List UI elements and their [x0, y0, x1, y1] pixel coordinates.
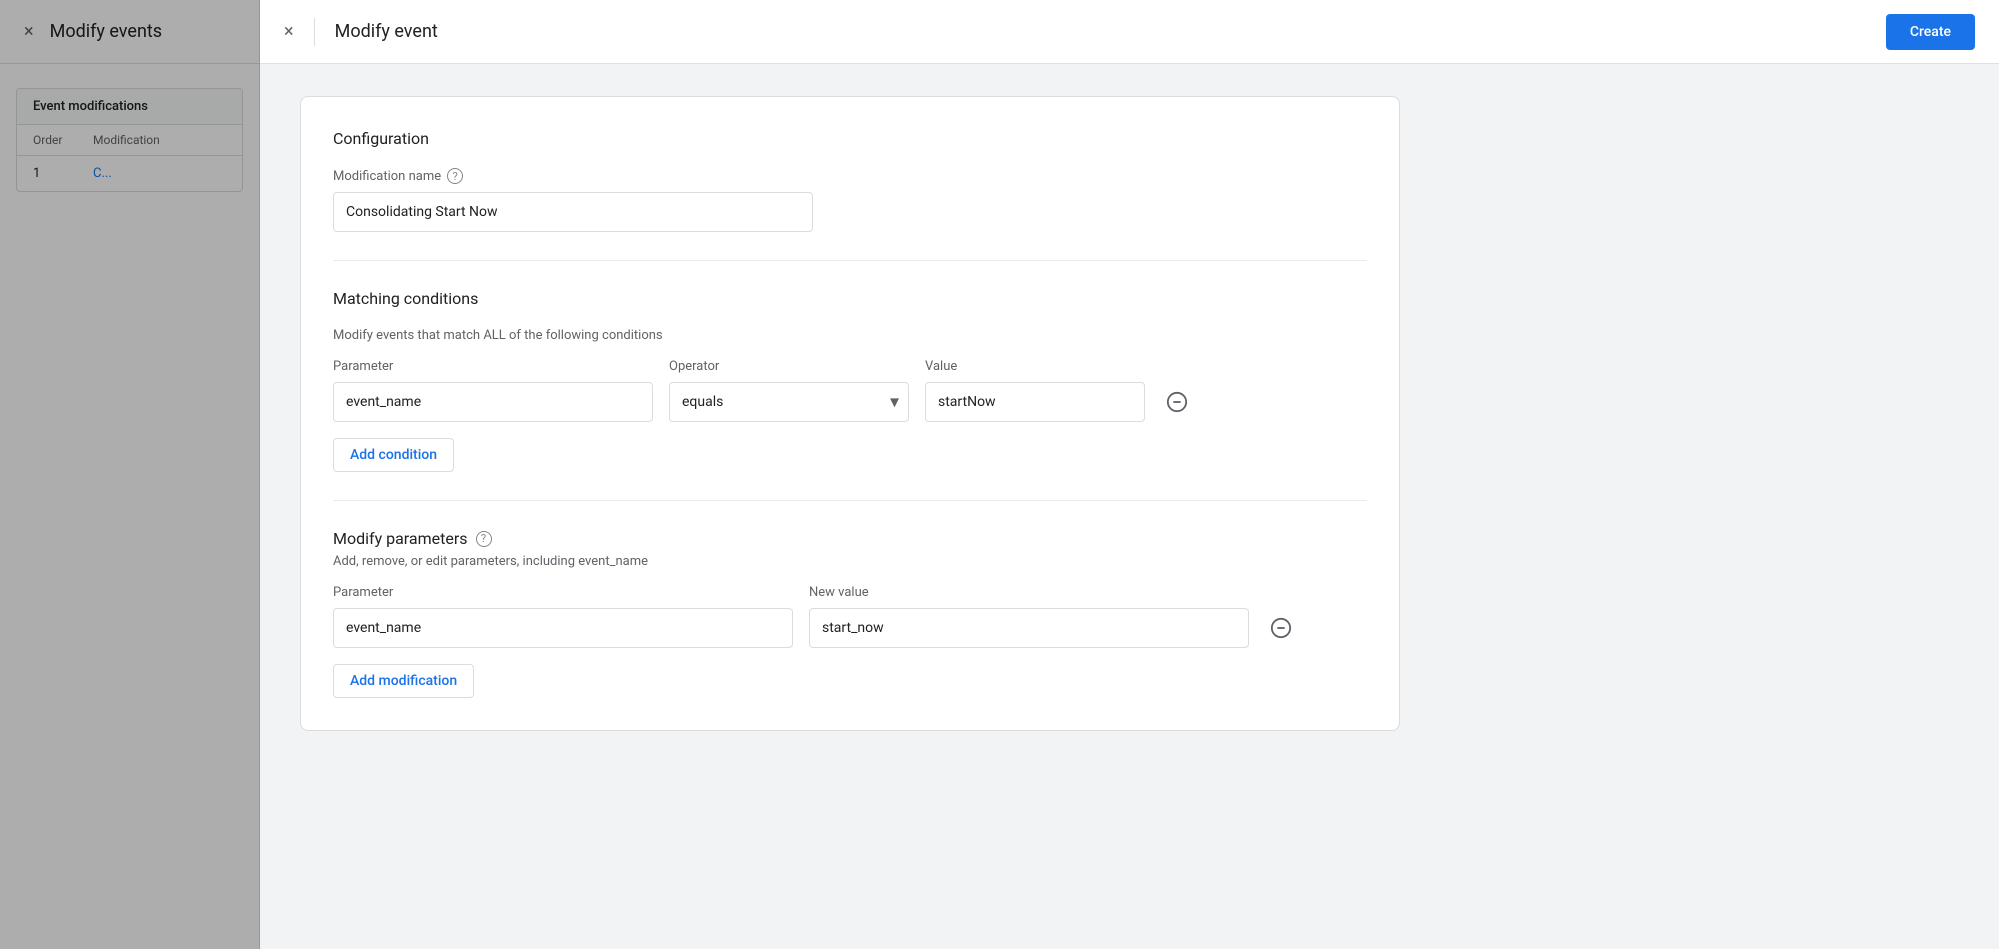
- minus-circle-icon-2: [1270, 617, 1292, 639]
- col-param-label: Parameter: [333, 359, 653, 374]
- configuration-title: Configuration: [333, 129, 1367, 148]
- conditions-subtitle: Modify events that match ALL of the foll…: [333, 328, 1367, 343]
- modify-params-title: Modify parameters: [333, 529, 468, 548]
- modify-new-value-input[interactable]: [809, 608, 1249, 648]
- operator-select[interactable]: equals contains starts with ends with do…: [669, 382, 909, 422]
- minus-circle-icon: [1166, 391, 1188, 413]
- dialog-header-left: × Modify event: [284, 18, 438, 46]
- operator-select-wrapper: equals contains starts with ends with do…: [669, 382, 909, 422]
- dialog-title: Modify event: [335, 21, 438, 42]
- condition-parameter-input[interactable]: [333, 382, 653, 422]
- add-modification-button[interactable]: Add modification: [333, 664, 474, 698]
- col-newval-label: New value: [809, 585, 1249, 600]
- matching-conditions-title: Matching conditions: [333, 289, 1367, 308]
- modification-name-label: Modification name ?: [333, 168, 1367, 184]
- modification-name-input[interactable]: [333, 192, 813, 232]
- col-param-wide-label: Parameter: [333, 585, 793, 600]
- modify-row-headers: Parameter New value: [333, 585, 1367, 600]
- modify-params-header: Modify parameters ?: [333, 529, 1367, 548]
- add-condition-button[interactable]: Add condition: [333, 438, 454, 472]
- modification-name-label-text: Modification name: [333, 169, 441, 184]
- remove-modification-button[interactable]: [1265, 612, 1297, 644]
- section-divider-1: [333, 260, 1367, 261]
- create-button[interactable]: Create: [1886, 14, 1975, 50]
- modify-event-dialog: × Modify event Create Configuration Modi…: [260, 0, 1999, 949]
- header-divider: [314, 18, 315, 46]
- col-value-label: Value: [925, 359, 1145, 374]
- condition-value-input[interactable]: [925, 382, 1145, 422]
- condition-row-headers: Parameter Operator Value: [333, 359, 1367, 374]
- dialog-header: × Modify event Create: [260, 0, 1999, 64]
- condition-row: equals contains starts with ends with do…: [333, 382, 1367, 422]
- modification-name-help-icon[interactable]: ?: [447, 168, 463, 184]
- dialog-close-icon[interactable]: ×: [284, 23, 294, 41]
- col-operator-label: Operator: [669, 359, 909, 374]
- remove-condition-button[interactable]: [1161, 386, 1193, 418]
- modify-parameter-row: [333, 608, 1367, 648]
- modify-parameter-input[interactable]: [333, 608, 793, 648]
- dialog-body: Configuration Modification name ? Matchi…: [260, 64, 1999, 949]
- configuration-card: Configuration Modification name ? Matchi…: [300, 96, 1400, 731]
- modify-params-subtitle: Add, remove, or edit parameters, includi…: [333, 554, 1367, 569]
- modify-params-help-icon[interactable]: ?: [476, 531, 492, 547]
- section-divider-2: [333, 500, 1367, 501]
